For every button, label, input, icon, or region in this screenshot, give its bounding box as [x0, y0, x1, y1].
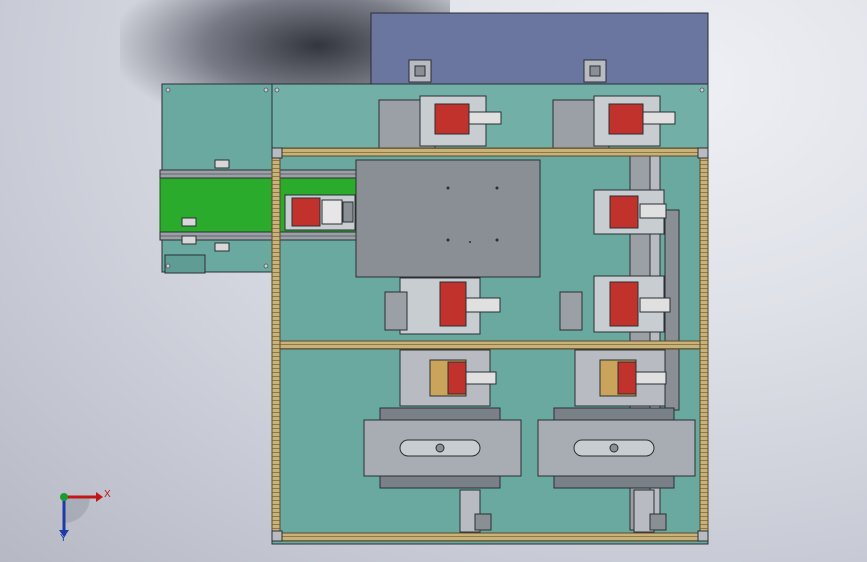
z-axis-dot — [60, 493, 68, 501]
axis-triad: X Y — [59, 489, 111, 544]
triad-shadow — [64, 497, 90, 523]
y-axis-label: Y — [60, 533, 67, 544]
x-axis-label: X — [104, 489, 111, 500]
x-axis-arrowhead — [96, 492, 103, 502]
